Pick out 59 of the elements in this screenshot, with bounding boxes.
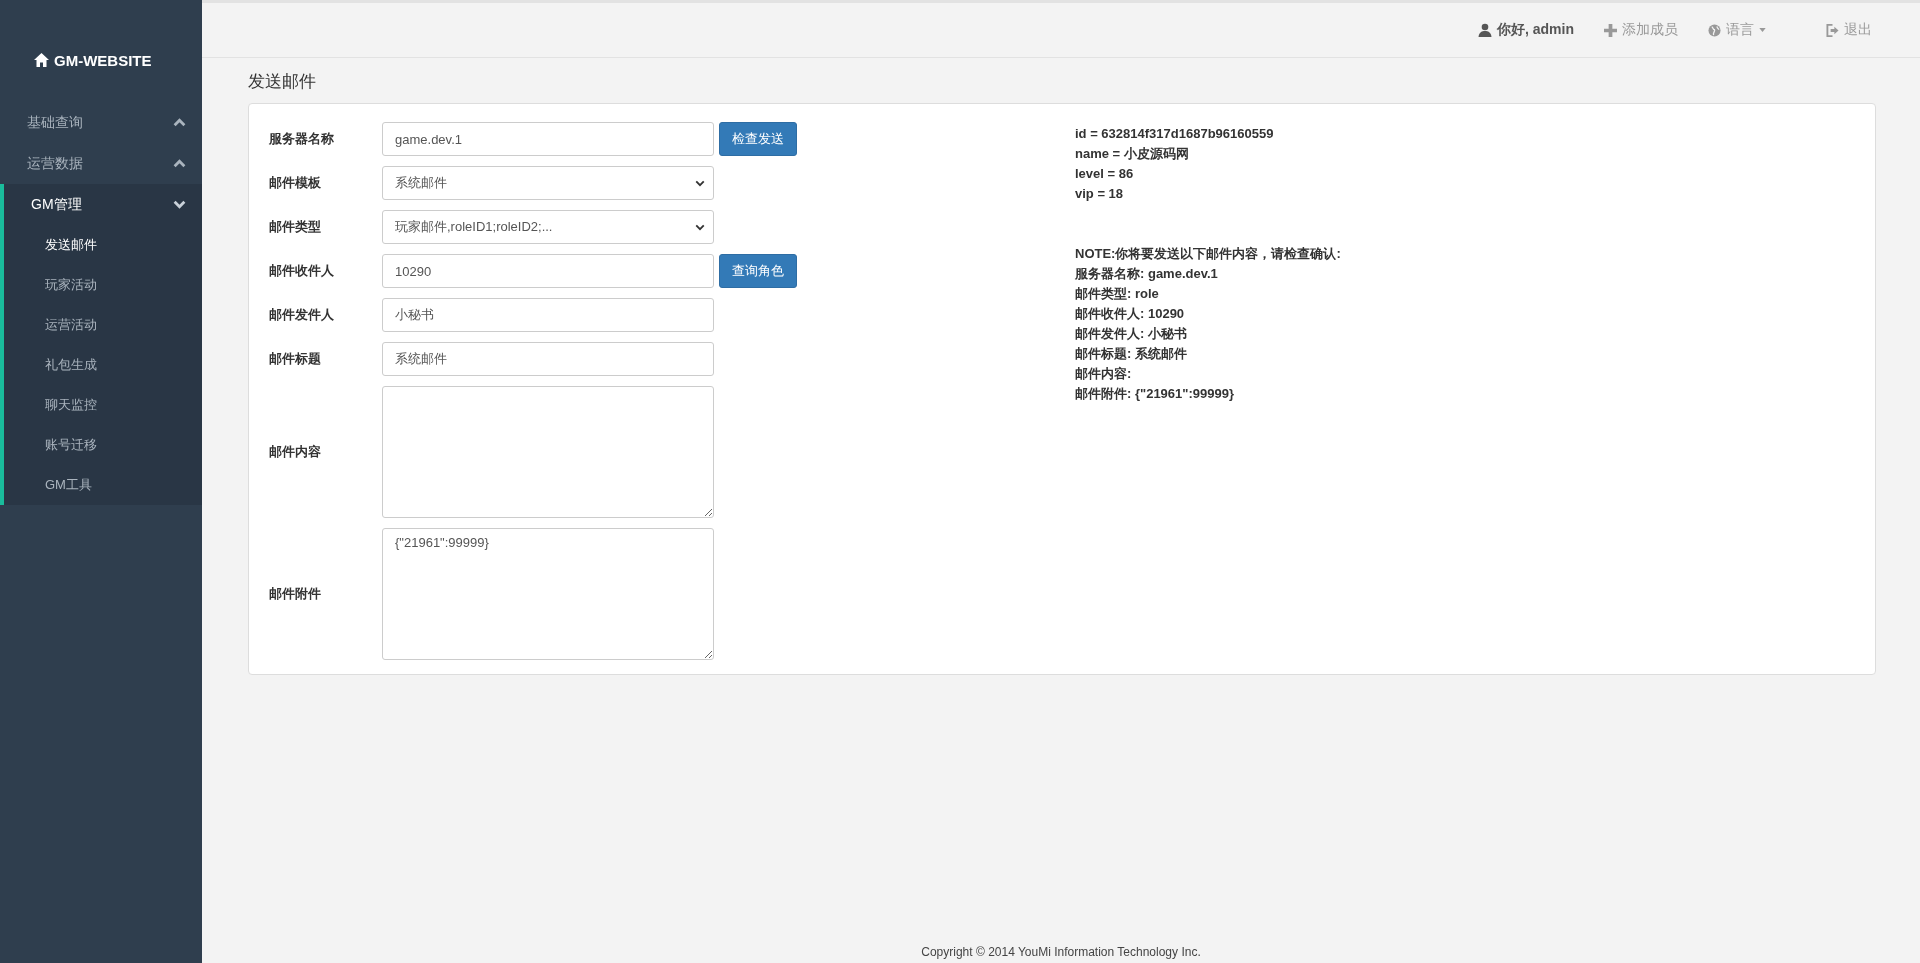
field-label: 邮件内容 bbox=[269, 443, 322, 461]
field-label: 邮件类型 bbox=[269, 218, 322, 236]
input-field[interactable]: 系统邮件 bbox=[382, 342, 714, 376]
summary-line: 服务器名称: game.dev.1 bbox=[1075, 265, 1219, 283]
summary-line: 邮件类型: role bbox=[1075, 285, 1160, 303]
home-icon bbox=[33, 52, 50, 68]
summary-line: 邮件标题: 系统邮件 bbox=[1075, 345, 1188, 363]
caret-icon bbox=[1759, 28, 1766, 32]
field-label: 邮件发件人 bbox=[269, 306, 335, 324]
chevron-down-icon bbox=[695, 223, 705, 231]
brand-title[interactable]: GM-WEBSITE bbox=[54, 51, 152, 69]
input-field[interactable]: 小秘书 bbox=[382, 298, 714, 332]
greeting-text: 你好, admin bbox=[1497, 21, 1574, 39]
action-button[interactable]: 查询角色 bbox=[719, 254, 797, 288]
field-label: 邮件标题 bbox=[269, 350, 322, 368]
record-line: name = 小皮源码网 bbox=[1075, 145, 1190, 163]
submenu-item[interactable]: 账号迁移 bbox=[4, 425, 202, 465]
field-label: 服务器名称 bbox=[269, 130, 335, 148]
summary-line: NOTE:你将要发送以下邮件内容，请检查确认: bbox=[1075, 245, 1341, 263]
input-field[interactable]: 10290 bbox=[382, 254, 714, 288]
menu-item-label: 运营数据 bbox=[27, 154, 83, 173]
page-title: 发送邮件 bbox=[248, 71, 317, 93]
menu-item-label: 基础查询 bbox=[27, 113, 83, 132]
menu-item-label: GM管理 bbox=[31, 195, 82, 214]
field-label: 邮件模板 bbox=[269, 174, 322, 192]
summary-line: 邮件发件人: 小秘书 bbox=[1075, 325, 1188, 343]
field-label: 邮件收件人 bbox=[269, 262, 335, 280]
user-menu[interactable]: 你好, admin bbox=[1478, 21, 1574, 39]
menu-item[interactable]: 运营数据 bbox=[0, 143, 202, 184]
submenu-item[interactable]: 运营活动 bbox=[4, 305, 202, 345]
record-line: vip = 18 bbox=[1075, 185, 1125, 203]
summary-line: 邮件附件: {"21961":99999} bbox=[1075, 385, 1235, 403]
textarea-field[interactable] bbox=[382, 386, 714, 518]
menu-item[interactable]: 基础查询 bbox=[0, 102, 202, 143]
submenu-item[interactable]: GM工具 bbox=[4, 465, 202, 505]
select-dropdown[interactable]: 系统邮件 bbox=[382, 166, 714, 200]
textarea-field[interactable]: {"21961":99999} bbox=[382, 528, 714, 660]
add-member-text: 添加成员 bbox=[1622, 21, 1678, 39]
summary-line: 邮件内容: bbox=[1075, 365, 1133, 383]
action-button[interactable]: 检查发送 bbox=[719, 122, 797, 156]
menu-item[interactable]: GM管理 bbox=[4, 184, 202, 225]
input-field[interactable]: game.dev.1 bbox=[382, 122, 714, 156]
select-dropdown[interactable]: 玩家邮件,roleID1;roleID2;... bbox=[382, 210, 714, 244]
record-line: id = 632814f317d1687b96160559 bbox=[1075, 125, 1275, 143]
language-text: 语言 bbox=[1726, 21, 1754, 39]
summary-line: 邮件收件人: 10290 bbox=[1075, 305, 1186, 323]
submenu-item[interactable]: 发送邮件 bbox=[4, 225, 202, 265]
copyright-text: Copyright © 2014 YouMi Information Technology Inc. bbox=[921, 945, 1201, 959]
plus-icon bbox=[1604, 23, 1617, 37]
logout-text: 退出 bbox=[1844, 21, 1872, 39]
user-icon bbox=[1478, 23, 1492, 37]
globe-icon bbox=[1708, 23, 1721, 37]
chevron-down-icon bbox=[695, 179, 705, 187]
submenu-item[interactable]: 聊天监控 bbox=[4, 385, 202, 425]
field-label: 邮件附件 bbox=[269, 585, 322, 603]
submenu-item[interactable]: 玩家活动 bbox=[4, 265, 202, 305]
submenu-item[interactable]: 礼包生成 bbox=[4, 345, 202, 385]
record-line: level = 86 bbox=[1075, 165, 1135, 183]
logout-icon bbox=[1826, 23, 1839, 37]
